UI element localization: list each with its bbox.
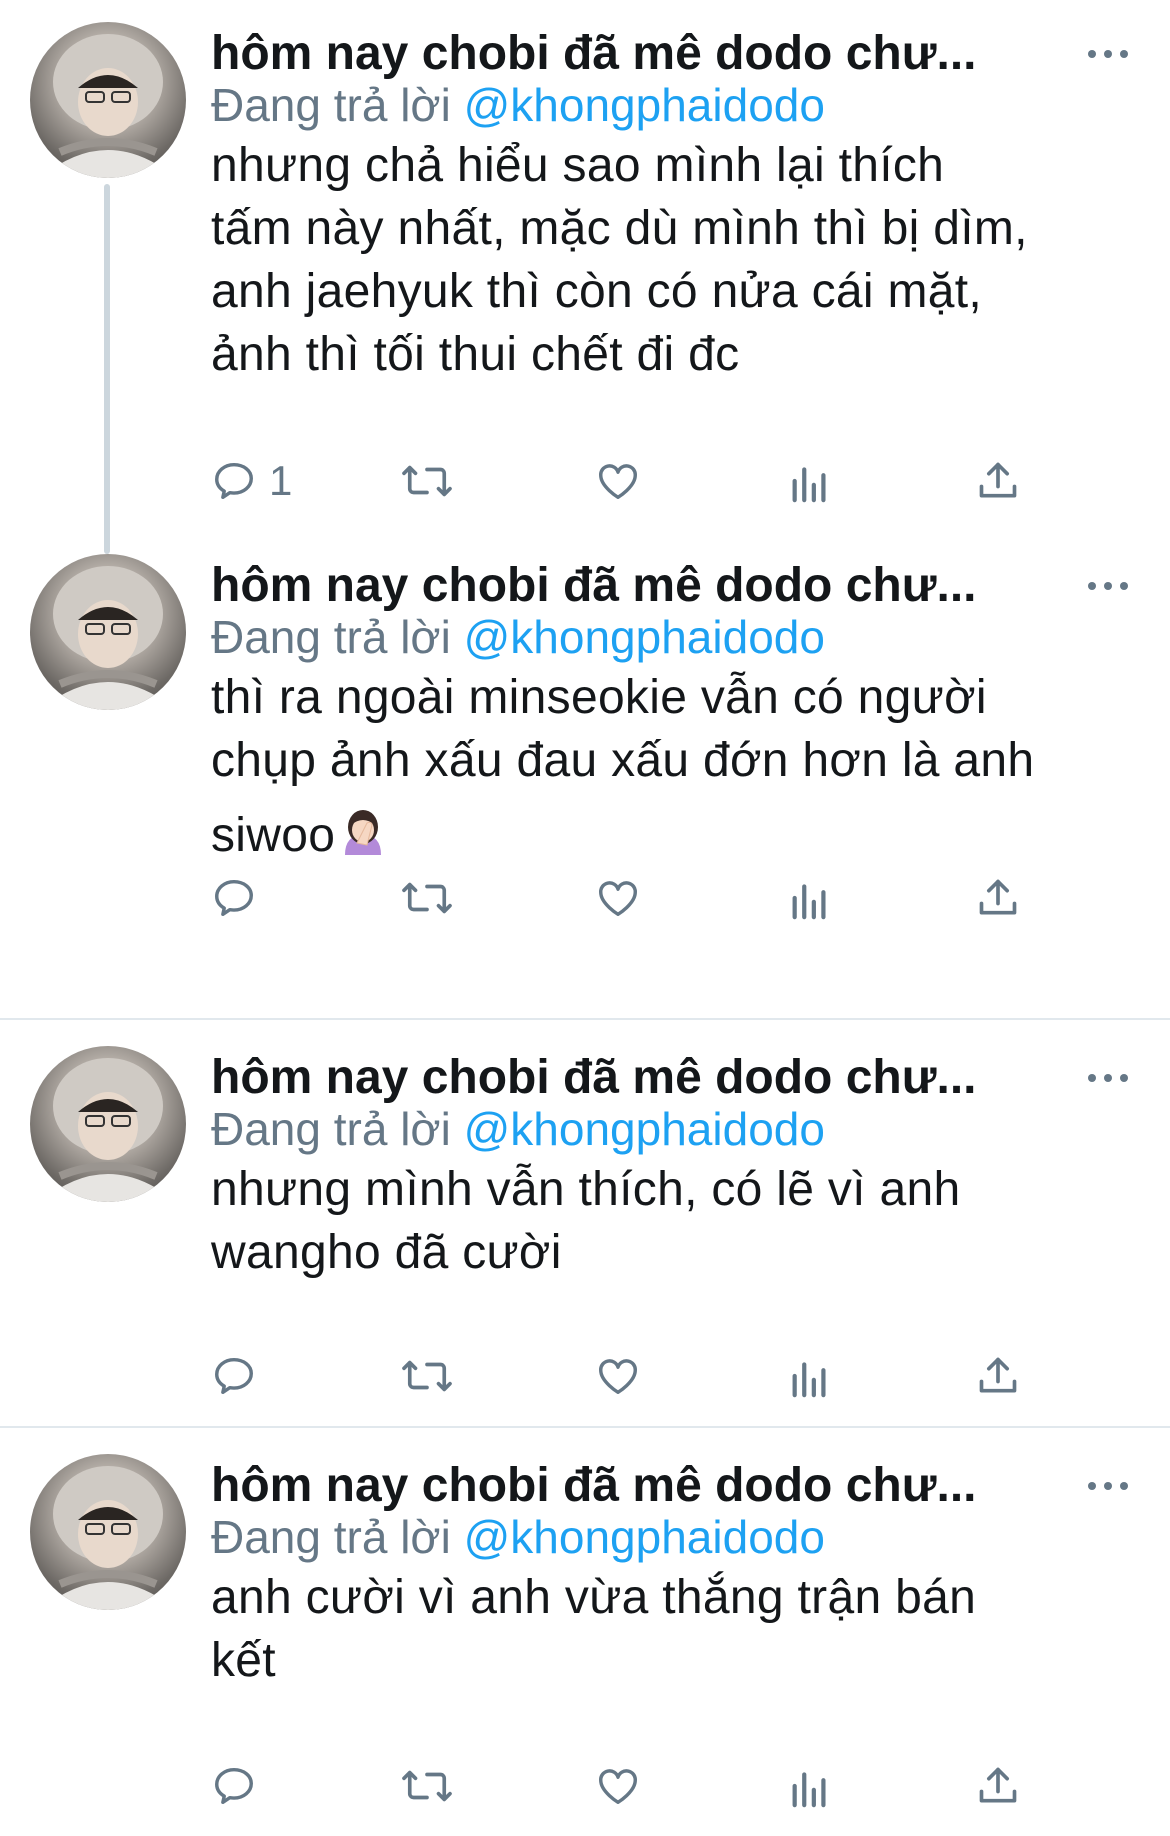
bar-chart-icon bbox=[792, 1362, 826, 1398]
tweet-text: anh cười vì anh vừa thắng trận bán kết bbox=[211, 1566, 1141, 1692]
tweet-text-line: anh jaehyuk thì còn có nửa cái mặt, bbox=[211, 265, 983, 318]
retweet-button[interactable] bbox=[400, 1758, 454, 1814]
reply-prefix: Đang trả lời bbox=[211, 1511, 451, 1563]
avatar[interactable] bbox=[30, 22, 186, 178]
avatar[interactable] bbox=[30, 554, 186, 710]
retweet-arrows-icon bbox=[402, 882, 452, 914]
display-name[interactable]: hôm nay chobi đã mê dodo chư... bbox=[211, 1458, 977, 1513]
tweet-header: hôm nay chobi đã mê dodo chư... bbox=[211, 1454, 1170, 1516]
tweet-text-line: nhưng chả hiểu sao mình lại thích bbox=[211, 139, 945, 192]
share-button[interactable] bbox=[976, 453, 1020, 509]
share-upload-icon bbox=[979, 1357, 1017, 1393]
heart-icon bbox=[599, 1359, 637, 1395]
heart-icon bbox=[599, 1769, 637, 1805]
tweet-actions bbox=[0, 1758, 1170, 1814]
analytics-button[interactable] bbox=[790, 870, 830, 926]
tweet-actions: 1 bbox=[0, 453, 1170, 509]
share-upload-icon bbox=[979, 879, 1017, 915]
reply-prefix: Đang trả lời bbox=[211, 611, 451, 663]
bar-chart-icon bbox=[792, 884, 826, 920]
reply-context: Đang trả lời @khongphaidodo bbox=[211, 1510, 825, 1564]
reply-handle-link[interactable]: @khongphaidodo bbox=[464, 1103, 825, 1155]
analytics-button[interactable] bbox=[790, 1758, 830, 1814]
tweet-text: nhưng chả hiểu sao mình lại thích tấm nà… bbox=[211, 134, 1141, 386]
share-button[interactable] bbox=[976, 870, 1020, 926]
avatar[interactable] bbox=[30, 1046, 186, 1202]
more-options-icon[interactable] bbox=[1088, 44, 1128, 64]
display-name[interactable]: hôm nay chobi đã mê dodo chư... bbox=[211, 1050, 977, 1105]
tweet-text-line: siwoo bbox=[211, 804, 1141, 867]
tweet-header: hôm nay chobi đã mê dodo chư... bbox=[211, 22, 1170, 84]
reply-context: Đang trả lời @khongphaidodo bbox=[211, 610, 825, 664]
tweet-actions bbox=[0, 1348, 1170, 1404]
tweet[interactable]: hôm nay chobi đã mê dodo chư... Đang trả… bbox=[0, 1428, 1170, 1836]
retweet-arrows-icon bbox=[402, 1360, 452, 1392]
speech-bubble-icon bbox=[215, 879, 253, 917]
reply-button[interactable] bbox=[211, 870, 257, 926]
tweet[interactable]: hôm nay chobi đã mê dodo chư... Đang trả… bbox=[0, 0, 1170, 554]
reply-context: Đang trả lời @khongphaidodo bbox=[211, 1102, 825, 1156]
bar-chart-icon bbox=[792, 1772, 826, 1808]
more-options-icon[interactable] bbox=[1088, 1476, 1128, 1496]
avatar[interactable] bbox=[30, 1454, 186, 1610]
reply-button[interactable] bbox=[211, 1348, 257, 1404]
heart-icon bbox=[599, 464, 637, 500]
more-options-icon[interactable] bbox=[1088, 576, 1128, 596]
tweet-text-line: tấm này nhất, mặc dù mình thì bị dìm, bbox=[211, 202, 1028, 255]
like-button[interactable] bbox=[594, 1758, 642, 1814]
tweet-text: nhưng mình vẫn thích, có lẽ vì anh wangh… bbox=[211, 1158, 1141, 1284]
tweet-text-line: nhưng mình vẫn thích, có lẽ vì anh bbox=[211, 1163, 961, 1216]
share-upload-icon bbox=[979, 1767, 1017, 1803]
share-upload-icon bbox=[979, 462, 1017, 498]
reply-handle-link[interactable]: @khongphaidodo bbox=[464, 79, 825, 131]
display-name[interactable]: hôm nay chobi đã mê dodo chư... bbox=[211, 558, 977, 613]
retweet-button[interactable] bbox=[400, 1348, 454, 1404]
tweet-text-line: wangho đã cười bbox=[211, 1226, 562, 1279]
like-button[interactable] bbox=[594, 453, 642, 509]
tweet-text-line: thì ra ngoài minseokie vẫn có người bbox=[211, 671, 987, 724]
tweet-text-word: siwoo bbox=[211, 809, 336, 862]
retweet-button[interactable] bbox=[400, 453, 454, 509]
tweet-text: thì ra ngoài minseokie vẫn có người chụp… bbox=[211, 666, 1141, 867]
reply-context: Đang trả lời @khongphaidodo bbox=[211, 78, 825, 132]
tweet-header: hôm nay chobi đã mê dodo chư... bbox=[211, 554, 1170, 616]
like-button[interactable] bbox=[594, 870, 642, 926]
reply-count: 1 bbox=[269, 457, 293, 504]
reply-handle-link[interactable]: @khongphaidodo bbox=[464, 1511, 825, 1563]
woman-facepalming-emoji bbox=[345, 810, 382, 855]
share-button[interactable] bbox=[976, 1348, 1020, 1404]
reply-handle-link[interactable]: @khongphaidodo bbox=[464, 611, 825, 663]
like-button[interactable] bbox=[594, 1348, 642, 1404]
reply-prefix: Đang trả lời bbox=[211, 1103, 451, 1155]
speech-bubble-icon bbox=[215, 462, 253, 500]
analytics-button[interactable] bbox=[790, 1348, 830, 1404]
reply-button[interactable] bbox=[211, 1758, 257, 1814]
tweet[interactable]: hôm nay chobi đã mê dodo chư... Đang trả… bbox=[0, 1020, 1170, 1426]
retweet-arrows-icon bbox=[402, 465, 452, 497]
share-button[interactable] bbox=[976, 1758, 1020, 1814]
tweet-text-line: chụp ảnh xấu đau xấu đớn hơn là anh bbox=[211, 734, 1035, 787]
speech-bubble-icon bbox=[215, 1767, 253, 1805]
tweet-text-line: ảnh thì tối thui chết đi đc bbox=[211, 328, 740, 381]
retweet-button[interactable] bbox=[400, 870, 454, 926]
speech-bubble-icon bbox=[215, 1357, 253, 1395]
reply-button[interactable]: 1 bbox=[211, 453, 292, 509]
heart-icon bbox=[599, 881, 637, 917]
analytics-button[interactable] bbox=[790, 453, 830, 509]
reply-prefix: Đang trả lời bbox=[211, 79, 451, 131]
retweet-arrows-icon bbox=[402, 1770, 452, 1802]
tweet-header: hôm nay chobi đã mê dodo chư... bbox=[211, 1046, 1170, 1108]
display-name[interactable]: hôm nay chobi đã mê dodo chư... bbox=[211, 26, 977, 81]
tweet-text-line: kết bbox=[211, 1634, 276, 1687]
more-options-icon[interactable] bbox=[1088, 1068, 1128, 1088]
tweet-text-line: anh cười vì anh vừa thắng trận bán bbox=[211, 1571, 977, 1624]
tweet[interactable]: hôm nay chobi đã mê dodo chư... Đang trả… bbox=[0, 534, 1170, 1020]
tweet-actions bbox=[0, 870, 1170, 926]
bar-chart-icon bbox=[792, 467, 826, 503]
